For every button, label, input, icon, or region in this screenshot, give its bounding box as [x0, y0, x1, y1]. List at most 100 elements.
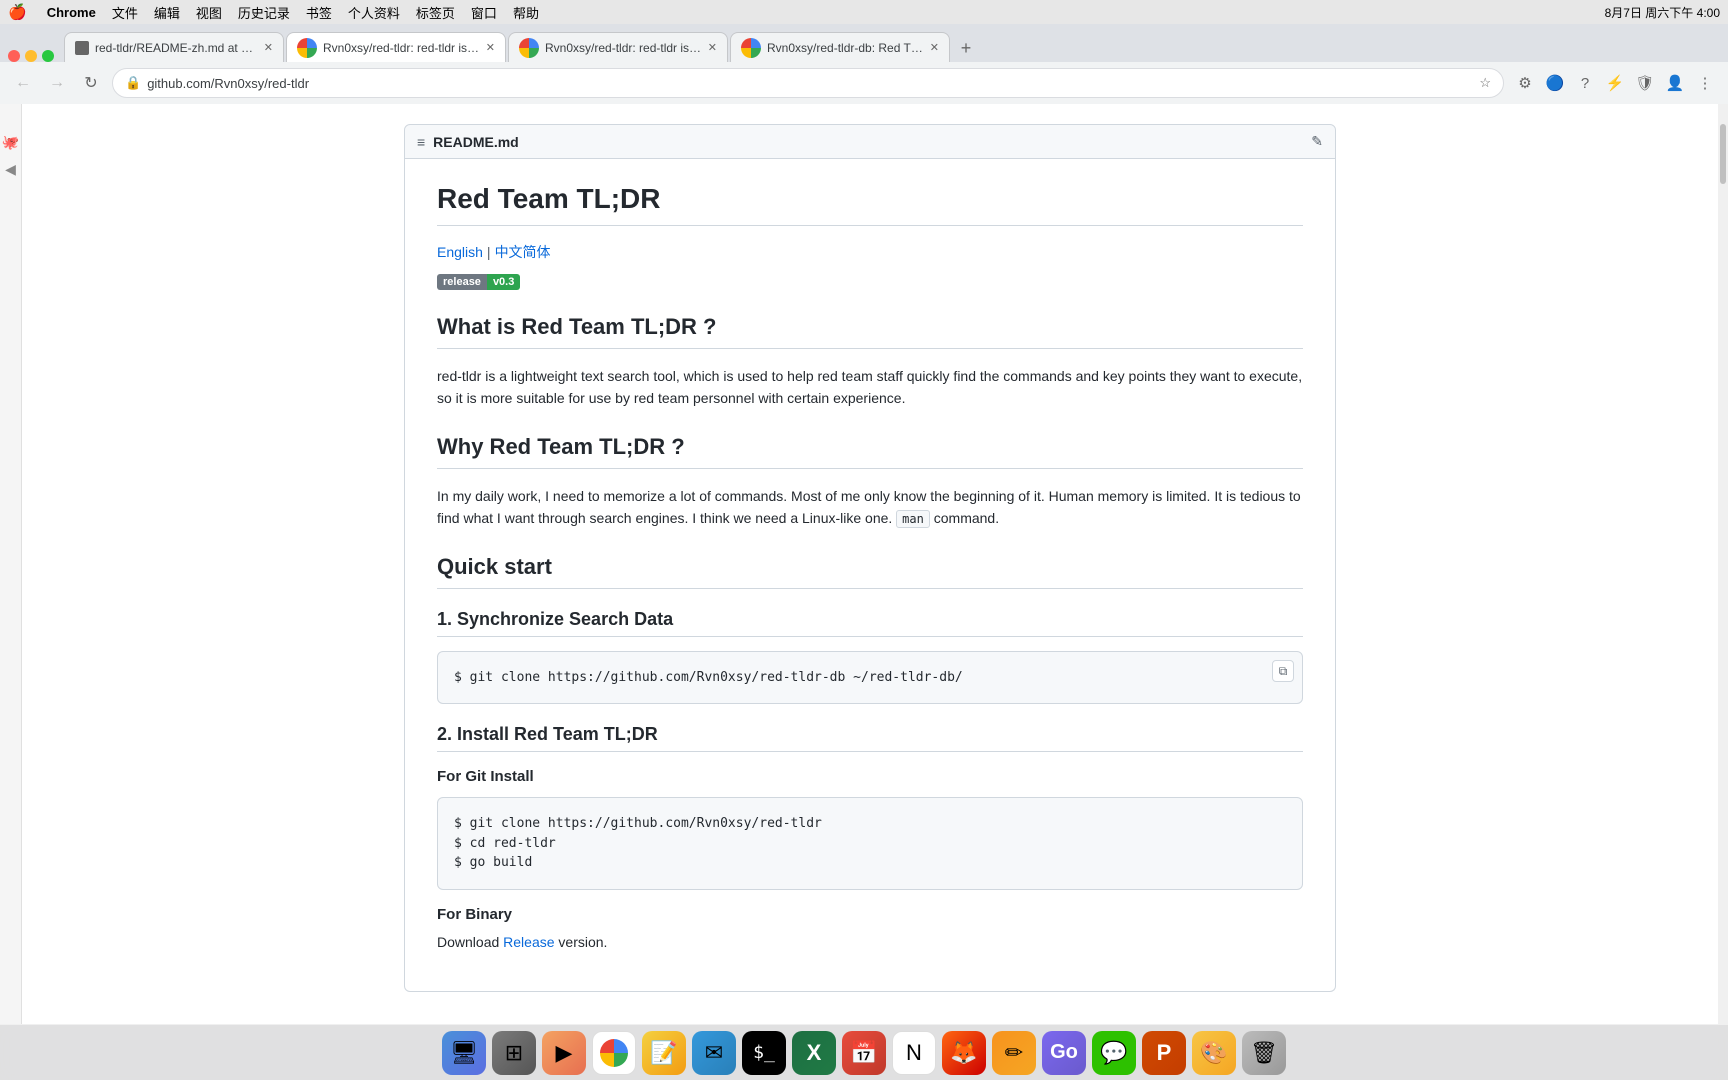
browser-chrome: red-tldr/README-zh.md at ma... ✕ Rvn0xsy… — [0, 24, 1728, 104]
sync-heading: 1. Synchronize Search Data — [437, 609, 1303, 637]
address-bar[interactable]: 🔒 github.com/Rvn0xsy/red-tldr ☆ — [112, 68, 1504, 98]
quick-start-heading: Quick start — [437, 554, 1303, 589]
menu-file[interactable]: 文件 — [112, 3, 138, 22]
dock-swift[interactable]: ▶ — [542, 1031, 586, 1075]
readme-body: Red Team TL;DR English | 中文简体 release v0… — [404, 159, 1336, 992]
tab-2-title: Rvn0xsy/red-tldr: red-tldr is a... — [323, 41, 480, 55]
sync-code-block: $ git clone https://github.com/Rvn0xsy/r… — [437, 651, 1303, 705]
dock: 🖥 ⊞ ▶ 📝 ✉ $_ X 📅 N 🦊 ✏ Go 💬 P 🎨 � — [0, 1024, 1728, 1080]
main-content: 🐙 ◀ ≡ README.md ✎ Red Team TL;DR English… — [0, 104, 1728, 1024]
tab-3-favicon — [519, 38, 539, 58]
menu-tabs[interactable]: 标签页 — [416, 3, 455, 22]
dock-excel[interactable]: X — [792, 1031, 836, 1075]
tab-2-favicon — [297, 38, 317, 58]
tab-1[interactable]: red-tldr/README-zh.md at ma... ✕ — [64, 32, 284, 62]
back-button[interactable]: ← — [10, 70, 36, 96]
tab-3[interactable]: Rvn0xsy/red-tldr: red-tldr is a... ✕ — [508, 32, 728, 62]
menubar-datetime: 8月7日 周六下午 4:00 — [1605, 4, 1720, 21]
extension-2[interactable]: 🔵 — [1542, 70, 1568, 96]
git-install-code-block: $ git clone https://github.com/Rvn0xsy/r… — [437, 797, 1303, 890]
left-sidebar: 🐙 ◀ — [0, 104, 22, 1024]
scrollbar-thumb[interactable] — [1720, 124, 1726, 184]
dock-sketch[interactable]: ✏ — [992, 1031, 1036, 1075]
tab-2-close[interactable]: ✕ — [486, 41, 495, 54]
tab-4[interactable]: Rvn0xsy/red-tldr-db: Red TL;... ✕ — [730, 32, 950, 62]
tab-2[interactable]: Rvn0xsy/red-tldr: red-tldr is a... ✕ — [286, 32, 506, 62]
menu-edit[interactable]: 编辑 — [154, 3, 180, 22]
window-minimize[interactable] — [25, 50, 37, 62]
dock-goland[interactable]: Go — [1042, 1031, 1086, 1075]
extension-4[interactable]: ⚡ — [1602, 70, 1628, 96]
menu-bookmarks[interactable]: 书签 — [306, 3, 332, 22]
tab-4-favicon — [741, 38, 761, 58]
extension-1[interactable]: ⚙ — [1512, 70, 1538, 96]
tab-3-close[interactable]: ✕ — [708, 41, 717, 54]
dock-sketchapp[interactable]: 🎨 — [1192, 1031, 1236, 1075]
binary-label: For Binary — [437, 906, 1303, 923]
why-body-text1: In my daily work, I need to memorize a l… — [437, 488, 1301, 526]
menubar: 🍎 Chrome 文件 编辑 视图 历史记录 书签 个人资料 标签页 窗口 帮助… — [0, 0, 1728, 24]
sync-copy-button[interactable]: ⧉ — [1272, 660, 1294, 682]
badges: release v0.3 — [437, 274, 1303, 290]
sidebar-icon-2[interactable]: ◀ — [5, 161, 16, 178]
window-maximize[interactable] — [42, 50, 54, 62]
sync-command-text: $ git clone https://github.com/Rvn0xsy/r… — [454, 670, 963, 685]
apple-menu[interactable]: 🍎 — [8, 3, 27, 21]
window-close[interactable] — [8, 50, 20, 62]
release-link[interactable]: Release — [503, 934, 554, 950]
file-list-icon: ≡ — [417, 134, 425, 150]
profile-btn[interactable]: 👤 — [1662, 70, 1688, 96]
dock-fantastical[interactable]: 📅 — [842, 1031, 886, 1075]
dock-finder[interactable]: 🖥 — [442, 1031, 486, 1075]
tab-1-close[interactable]: ✕ — [264, 41, 273, 54]
lang-separator: | — [487, 244, 491, 260]
dock-chrome[interactable] — [592, 1031, 636, 1075]
new-tab-button[interactable]: + — [952, 34, 980, 62]
dock-notion[interactable]: N — [892, 1031, 936, 1075]
menu-window[interactable]: 窗口 — [471, 3, 497, 22]
dock-trash[interactable]: 🗑 — [1242, 1031, 1286, 1075]
extension-5[interactable]: 🛡 — [1632, 70, 1658, 96]
star-icon[interactable]: ☆ — [1479, 75, 1491, 91]
menu-view[interactable]: 视图 — [196, 3, 222, 22]
why-body-text2: command. — [934, 510, 999, 526]
more-btn[interactable]: ⋮ — [1692, 70, 1718, 96]
scrollbar[interactable] — [1718, 104, 1728, 1024]
url-text: github.com/Rvn0xsy/red-tldr — [147, 76, 1473, 91]
forward-button[interactable]: → — [44, 70, 70, 96]
what-is-body: red-tldr is a lightweight text search to… — [437, 365, 1303, 410]
version-badge[interactable]: release v0.3 — [437, 274, 520, 290]
file-content-wrapper: ≡ README.md ✎ Red Team TL;DR English | 中… — [380, 104, 1360, 1024]
app-name: Chrome — [47, 5, 96, 20]
tab-4-close[interactable]: ✕ — [930, 41, 939, 54]
dock-firefox[interactable]: 🦊 — [942, 1031, 986, 1075]
dock-stickies[interactable]: 📝 — [642, 1031, 686, 1075]
download-suffix: version. — [555, 934, 608, 950]
man-command-inline: man — [896, 510, 930, 528]
english-link[interactable]: English — [437, 244, 483, 260]
git-install-label: For Git Install — [437, 768, 1303, 785]
download-prefix: Download — [437, 934, 503, 950]
menu-help[interactable]: 帮助 — [513, 3, 539, 22]
menu-history[interactable]: 历史记录 — [238, 3, 290, 22]
edit-file-button[interactable]: ✎ — [1311, 133, 1323, 150]
why-body: In my daily work, I need to memorize a l… — [437, 485, 1303, 530]
dock-launchpad[interactable]: ⊞ — [492, 1031, 536, 1075]
download-text: Download Release version. — [437, 931, 1303, 953]
dock-terminal[interactable]: $_ — [742, 1031, 786, 1075]
tab-1-title: red-tldr/README-zh.md at ma... — [95, 41, 258, 55]
extension-3[interactable]: ? — [1572, 70, 1598, 96]
dock-powerpoint[interactable]: P — [1142, 1031, 1186, 1075]
install-heading: 2. Install Red Team TL;DR — [437, 724, 1303, 752]
chinese-link[interactable]: 中文简体 — [495, 242, 551, 262]
dock-wechat[interactable]: 💬 — [1092, 1031, 1136, 1075]
octotree-icon[interactable]: 🐙 — [2, 134, 19, 151]
page-title: Red Team TL;DR — [437, 183, 1303, 226]
badge-release-label: release — [437, 274, 487, 290]
menu-profile[interactable]: 个人资料 — [348, 3, 400, 22]
git-commands-text: $ git clone https://github.com/Rvn0xsy/r… — [454, 814, 1286, 873]
lang-links: English | 中文简体 — [437, 242, 1303, 262]
reload-button[interactable]: ↻ — [78, 70, 104, 96]
tab-1-favicon — [75, 41, 89, 55]
dock-mail[interactable]: ✉ — [692, 1031, 736, 1075]
